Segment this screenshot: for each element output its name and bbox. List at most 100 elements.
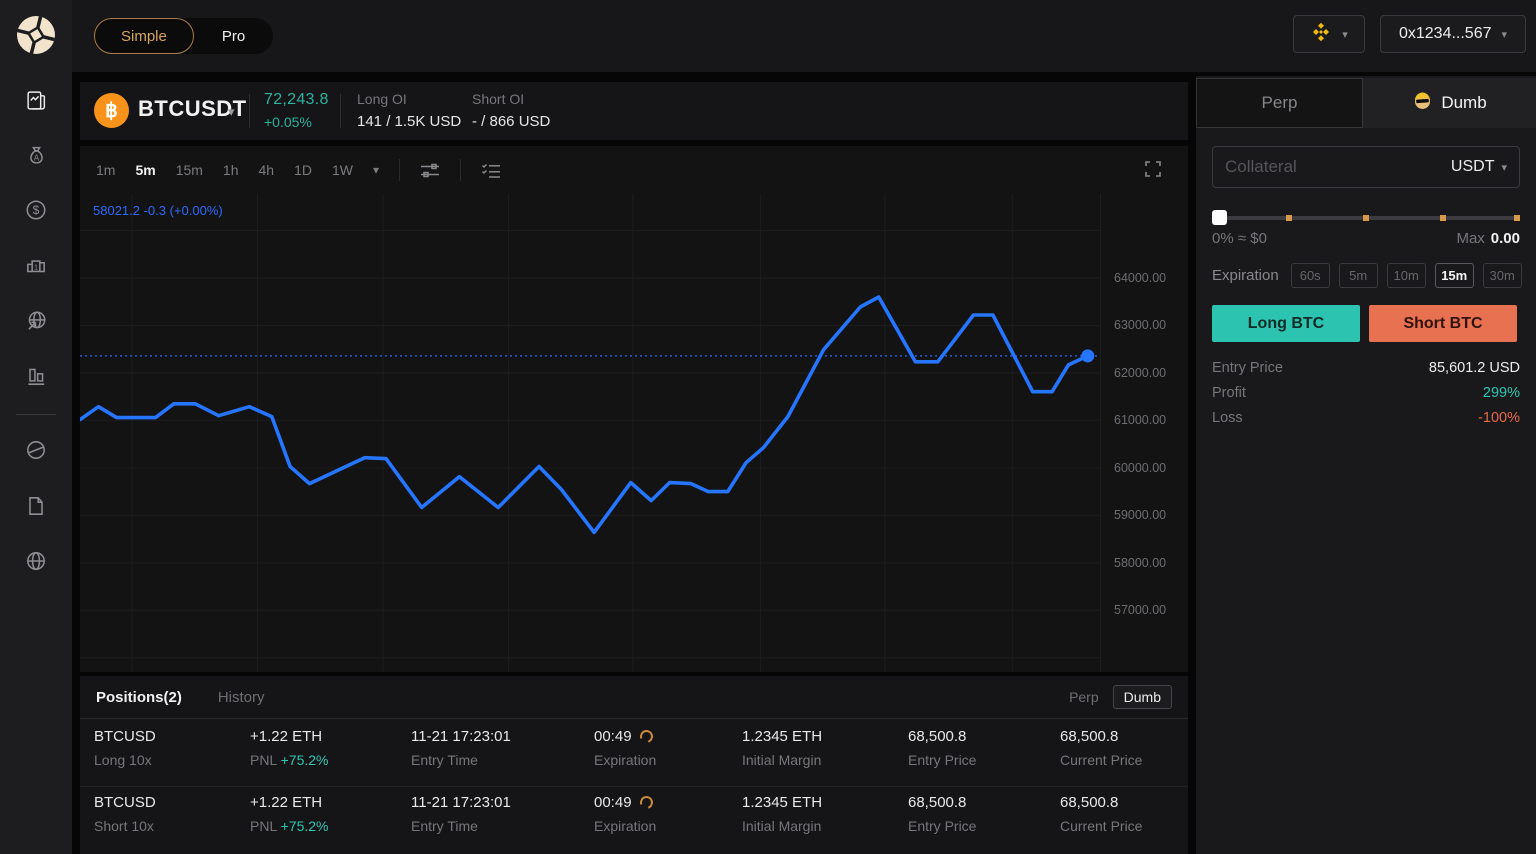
position-expiration-label: Expiration — [594, 818, 657, 834]
position-row: BTCUSD Long 10x +1.22 ETH PNL +75.2% 11-… — [94, 727, 1174, 784]
mode-simple-button[interactable]: Simple — [94, 18, 194, 54]
timeframe-more-chevron-icon[interactable]: ▾ — [373, 163, 379, 177]
toolbar-divider — [399, 159, 401, 181]
leverage-slider[interactable] — [1212, 210, 1520, 226]
nav-leaderboard-icon[interactable]: 1 — [0, 246, 72, 286]
symbol-chevron-down-icon[interactable]: ▾ — [228, 104, 235, 120]
top-bar: Simple Pro ▾ 0x1234...567 ▾ — [72, 0, 1536, 72]
timeframe-1m[interactable]: 1m — [96, 162, 115, 178]
tab-history[interactable]: History — [218, 689, 265, 706]
position-size: +1.22 ETH — [250, 794, 323, 811]
position-current-price: 68,500.8 — [1060, 728, 1119, 745]
expiration-option-10m[interactable]: 10m — [1386, 263, 1426, 288]
mode-pro-button[interactable]: Pro — [194, 18, 273, 54]
collateral-field: USDT ▾ — [1212, 146, 1520, 188]
position-symbol-cell: BTCUSD Short 10x — [94, 794, 250, 850]
collateral-input[interactable] — [1225, 157, 1451, 177]
bnb-network-icon — [1310, 21, 1332, 48]
chart-panel: 1m 5m 15m 1h 4h 1D 1W ▾ 58021.2 -0.3 (+0.00%) … — [80, 146, 1188, 672]
nav-rewards-icon[interactable]: $ — [0, 190, 72, 230]
nav-token-icon[interactable] — [0, 430, 72, 470]
nav-earn-icon[interactable]: A — [0, 135, 72, 175]
positions-dumb-toggle[interactable]: Dumb — [1112, 685, 1172, 709]
nav-referral-icon[interactable] — [0, 301, 72, 341]
expiration-option-15m[interactable]: 15m — [1434, 263, 1474, 288]
profit-value: 299% — [1482, 385, 1520, 401]
sidebar: A $ 1 — [0, 0, 72, 854]
y-axis-tick: 60000.00 — [1114, 460, 1167, 475]
price-block: 72,243.8 +0.05% — [264, 91, 329, 130]
expiration-label: Expiration — [1212, 267, 1279, 284]
entry-price-label: Entry Price — [1212, 360, 1283, 376]
positions-panel: Positions(2) History Perp Dumb BTCUSD Lo… — [80, 676, 1188, 854]
timeframe-1D[interactable]: 1D — [294, 162, 312, 178]
y-axis-tick: 61000.00 — [1114, 413, 1167, 428]
tab-dumb[interactable]: Dumb — [1363, 78, 1536, 128]
expiration-option-30m[interactable]: 30m — [1482, 263, 1522, 288]
wallet-address-button[interactable]: 0x1234...567 ▾ — [1380, 15, 1526, 53]
position-margin-cell: 1.2345 ETH Initial Margin — [742, 794, 908, 850]
price-chart[interactable] — [80, 194, 1100, 672]
tab-positions[interactable]: Positions(2) — [96, 689, 182, 706]
short-oi-value: - / 866 USD — [472, 113, 551, 130]
timeframe-15m[interactable]: 15m — [176, 162, 203, 178]
slider-tick-75 — [1440, 215, 1446, 221]
position-row: BTCUSD Short 10x +1.22 ETH PNL +75.2% 11… — [94, 793, 1174, 850]
position-entry-price: 68,500.8 — [908, 794, 967, 811]
expiration-timer-icon — [637, 793, 655, 812]
entry-price-row: Entry Price 85,601.2 USD — [1212, 360, 1520, 376]
y-axis-tick: 58000.00 — [1114, 555, 1167, 570]
timeframe-5m[interactable]: 5m — [135, 162, 155, 178]
position-entry-time-label: Entry Time — [411, 752, 478, 768]
chart-toolbar: 1m 5m 15m 1h 4h 1D 1W ▾ — [80, 146, 1188, 194]
btc-coin-icon: ฿ — [94, 93, 129, 128]
chevron-down-icon: ▾ — [1501, 28, 1508, 41]
position-side: Short 10x — [94, 818, 154, 834]
position-entry-price-label: Entry Price — [908, 818, 977, 834]
slider-labels: 0% ≈ $0 Max 0.00 — [1212, 230, 1520, 247]
dumb-face-icon — [1412, 90, 1433, 116]
short-btc-button[interactable]: Short BTC — [1369, 305, 1517, 342]
nav-trade-icon[interactable] — [0, 80, 72, 120]
long-oi-block: Long OI 141 / 1.5K USD — [357, 91, 461, 130]
expiration-option-60s[interactable]: 60s — [1290, 263, 1330, 288]
timeframe-1h[interactable]: 1h — [223, 162, 239, 178]
timeframe-4h[interactable]: 4h — [259, 162, 275, 178]
long-oi-label: Long OI — [357, 91, 407, 107]
position-size: +1.22 ETH — [250, 728, 323, 745]
slider-max-label: Max 0.00 — [1456, 230, 1520, 247]
long-btc-button[interactable]: Long BTC — [1212, 305, 1360, 342]
expiration-timer-icon — [637, 727, 655, 746]
indicators-icon[interactable] — [420, 162, 440, 179]
svg-text:1: 1 — [34, 262, 38, 271]
checklist-icon[interactable] — [481, 162, 501, 179]
position-pnl: PNL +75.2% — [250, 752, 329, 768]
chevron-down-icon: ▾ — [1342, 28, 1348, 41]
positions-perp-toggle[interactable]: Perp — [1069, 689, 1099, 705]
slider-handle[interactable] — [1212, 210, 1227, 225]
nav-stats-icon[interactable] — [0, 356, 72, 396]
loss-label: Loss — [1212, 410, 1243, 426]
nav-docs-icon[interactable] — [0, 486, 72, 526]
fullscreen-icon[interactable] — [1144, 160, 1162, 183]
expiration-option-5m[interactable]: 5m — [1338, 263, 1378, 288]
network-select-button[interactable]: ▾ — [1293, 15, 1365, 53]
timeframe-1W[interactable]: 1W — [332, 162, 353, 178]
y-axis-tick: 57000.00 — [1114, 603, 1167, 618]
short-oi-label: Short OI — [472, 91, 525, 107]
positions-header: Positions(2) History Perp Dumb — [80, 676, 1188, 719]
market-header: ฿ BTCUSDT ▾ 72,243.8 +0.05% Long OI 141 … — [80, 82, 1188, 140]
y-axis-tick: 63000.00 — [1114, 318, 1167, 333]
nav-language-icon[interactable] — [0, 541, 72, 581]
app-logo[interactable] — [16, 15, 56, 55]
chart-y-axis[interactable]: 64000.00 63000.00 62000.00 61000.00 60000.00… — [1100, 194, 1188, 672]
collateral-currency-select[interactable]: USDT — [1451, 158, 1495, 176]
chevron-down-icon[interactable]: ▾ — [1501, 161, 1507, 174]
position-entry-time: 11-21 17:23:01 — [411, 794, 511, 811]
profit-row: Profit 299% — [1212, 385, 1520, 401]
position-entry-time: 11-21 17:23:01 — [411, 728, 511, 745]
tab-perp[interactable]: Perp — [1196, 78, 1363, 128]
mode-toggle: Simple Pro — [94, 18, 274, 54]
slider-tick-25 — [1286, 215, 1292, 221]
position-margin-label: Initial Margin — [742, 752, 822, 768]
